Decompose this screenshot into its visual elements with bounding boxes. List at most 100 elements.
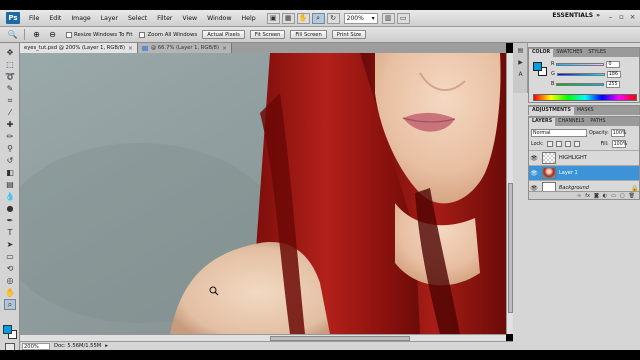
menu-help[interactable]: Help [237, 15, 261, 22]
zoom-level-select[interactable]: 200% ▾ [343, 12, 378, 24]
actual-pixels-button[interactable]: Actual Pixels [202, 30, 245, 39]
tab-swatches[interactable]: SWATCHES [553, 49, 585, 57]
tab-styles[interactable]: STYLES [585, 49, 609, 57]
marquee-tool-icon[interactable]: ⬚ [4, 59, 16, 70]
crop-tool-icon[interactable]: ⌗ [4, 95, 16, 106]
lock-all-icon[interactable] [573, 141, 580, 147]
path-selection-tool-icon[interactable]: ➤ [4, 239, 16, 250]
character-panel-icon[interactable]: A [516, 71, 525, 79]
green-slider[interactable] [556, 72, 605, 76]
eyedropper-tool-icon[interactable]: ⁄ [4, 107, 16, 118]
link-layers-icon[interactable]: ∞ [577, 193, 581, 199]
tab-masks[interactable]: MASKS [574, 107, 597, 115]
eye-icon[interactable]: 👁 [529, 155, 539, 162]
tab-paths[interactable]: PATHS [587, 118, 608, 126]
resize-windows-checkbox[interactable]: Resize Windows To Fit [66, 31, 132, 38]
status-zoom-field[interactable]: 200% [22, 342, 50, 350]
layer-style-icon[interactable]: fx [585, 193, 590, 199]
menu-view[interactable]: View [177, 15, 202, 22]
foreground-color-swatch[interactable] [533, 62, 542, 71]
zoom-out-icon[interactable]: ⊖ [46, 29, 59, 41]
brush-tool-icon[interactable]: ✏ [4, 131, 16, 142]
color-spectrum-ramp[interactable] [533, 94, 637, 101]
red-slider[interactable] [556, 62, 605, 66]
healing-brush-tool-icon[interactable]: ✚ [4, 119, 16, 130]
adjustment-layer-icon[interactable]: ◐ [603, 193, 607, 199]
zoom-all-windows-checkbox[interactable]: Zoom All Windows [139, 31, 197, 38]
fit-screen-button[interactable]: Fit Screen [249, 30, 286, 39]
chevron-right-icon[interactable]: ▸ [105, 343, 108, 349]
screen-mode-icon[interactable]: ▭ [396, 12, 410, 24]
group-folder-icon[interactable]: ▭ [611, 193, 616, 199]
clone-stamp-tool-icon[interactable]: ⚲ [4, 143, 16, 154]
minimize-icon[interactable]: – [606, 13, 615, 22]
horizontal-scrollbar[interactable] [20, 334, 506, 341]
close-icon[interactable]: × [222, 45, 227, 52]
shape-tool-icon[interactable]: ▭ [4, 251, 16, 262]
hand-tool-icon[interactable]: ✋ [296, 12, 310, 24]
add-mask-icon[interactable]: ◙ [594, 193, 599, 199]
workspace-switcher[interactable]: ESSENTIALS » [552, 12, 600, 19]
pen-tool-icon[interactable]: ✒ [4, 215, 16, 226]
menu-edit[interactable]: Edit [44, 15, 66, 22]
close-icon[interactable]: × [128, 45, 133, 52]
lasso-tool-icon[interactable]: ➰ [4, 71, 16, 82]
zoom-tool-icon[interactable]: ⌕ [4, 299, 16, 310]
menu-filter[interactable]: Filter [152, 15, 177, 22]
dodge-tool-icon[interactable]: ● [4, 203, 16, 214]
document-canvas[interactable] [20, 53, 506, 334]
zoom-tool-icon[interactable]: ⌕ [311, 12, 325, 24]
move-tool-icon[interactable]: ✥ [4, 47, 16, 58]
menu-window[interactable]: Window [202, 15, 236, 22]
print-size-button[interactable]: Print Size [331, 30, 367, 39]
lock-transparent-icon[interactable] [546, 141, 553, 147]
foreground-color-swatch[interactable] [3, 325, 12, 334]
eye-icon[interactable]: 👁 [529, 170, 539, 177]
lock-pixels-icon[interactable] [555, 141, 562, 147]
opacity-field[interactable]: 100% [610, 129, 626, 137]
quick-select-tool-icon[interactable]: ✎ [4, 83, 16, 94]
lock-position-icon[interactable] [564, 141, 571, 147]
3d-orbit-tool-icon[interactable]: ◎ [4, 275, 16, 286]
green-value[interactable]: 186 [606, 70, 621, 78]
tab-layers[interactable]: LAYERS [529, 118, 556, 126]
menu-layer[interactable]: Layer [96, 15, 123, 22]
checkbox-box[interactable] [139, 31, 146, 38]
zoom-tool-preset-icon[interactable]: 🔍 [6, 29, 19, 41]
maximize-icon[interactable]: ▫ [617, 13, 626, 22]
type-tool-icon[interactable]: T [4, 227, 16, 238]
zoom-in-icon[interactable]: ⊕ [30, 29, 43, 41]
checkbox-box[interactable] [66, 31, 72, 38]
actions-panel-icon[interactable]: ▶ [516, 59, 525, 67]
gradient-tool-icon[interactable]: ▤ [4, 179, 16, 190]
menu-select[interactable]: Select [123, 15, 152, 22]
arrange-documents-icon[interactable]: ▥ [381, 12, 395, 24]
trash-icon[interactable]: 🗑 [629, 193, 635, 199]
close-icon[interactable]: × [628, 13, 637, 22]
vertical-scrollbar[interactable] [506, 53, 513, 334]
layer-row-highlight[interactable]: 👁 HIGHLIGHT [529, 150, 639, 165]
fill-screen-button[interactable]: Fill Screen [290, 30, 327, 39]
history-brush-tool-icon[interactable]: ↺ [4, 155, 16, 166]
history-panel-icon[interactable]: ▤ [516, 47, 525, 55]
tab-channels[interactable]: CHANNELS [555, 118, 587, 126]
menu-image[interactable]: Image [66, 15, 95, 22]
hand-tool-icon[interactable]: ✋ [4, 287, 16, 298]
tab-adjustments[interactable]: ADJUSTMENTS [529, 107, 574, 115]
layer-row-layer-1[interactable]: 👁 Layer 1 [529, 165, 639, 180]
menu-file[interactable]: File [24, 15, 44, 22]
tab-color[interactable]: COLOR [529, 49, 554, 57]
mini-bridge-icon[interactable]: ▦ [281, 12, 295, 24]
blend-mode-select[interactable]: Normal [531, 129, 587, 137]
rotate-view-icon[interactable]: ↻ [326, 12, 340, 24]
eraser-tool-icon[interactable]: ◧ [4, 167, 16, 178]
fill-field[interactable]: 100% [611, 140, 627, 148]
bridge-icon[interactable]: ▣ [266, 12, 280, 24]
blue-slider[interactable] [556, 82, 605, 86]
tab-second-document[interactable]: @ 66.7% (Layer 1, RGB/8) × [138, 43, 233, 53]
tab-eyes-tut[interactable]: eyes_tut.psd @ 200% (Layer 1, RGB/8) × [20, 43, 139, 53]
blur-tool-icon[interactable]: 💧 [4, 191, 16, 202]
new-layer-icon[interactable]: ▢ [620, 193, 625, 199]
red-value[interactable]: 0 [606, 60, 621, 68]
blue-value[interactable]: 255 [606, 80, 621, 88]
